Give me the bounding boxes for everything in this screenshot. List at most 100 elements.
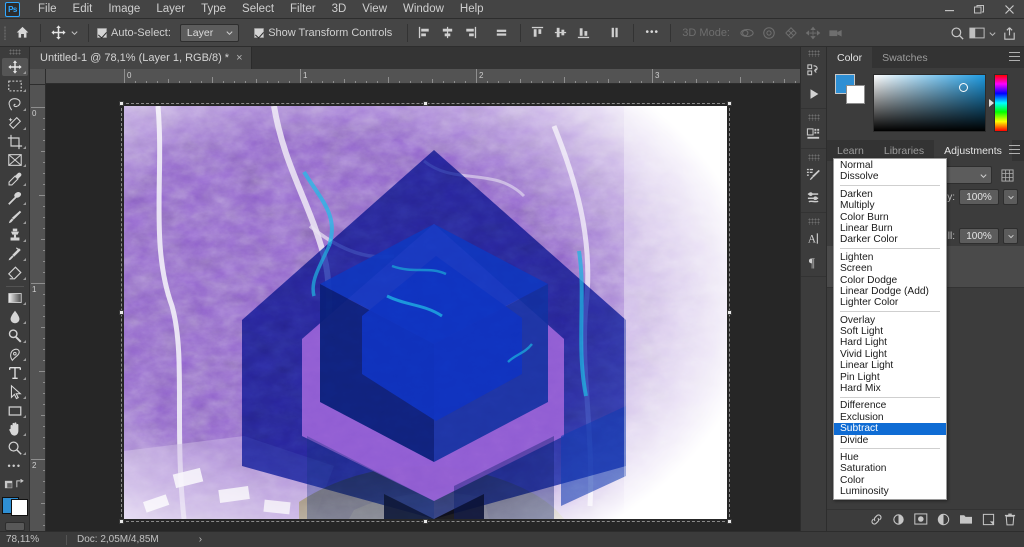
adjustments-panel-menu-button[interactable] xyxy=(1009,140,1020,161)
close-icon[interactable]: × xyxy=(236,52,242,64)
blend-mode-option-color-dodge[interactable]: Color Dodge xyxy=(834,275,946,286)
blend-mode-option-darker-color[interactable]: Darker Color xyxy=(834,234,946,245)
auto-select-checkbox[interactable]: Auto-Select: xyxy=(94,27,174,39)
blend-mode-option-hue[interactable]: Hue xyxy=(834,452,946,463)
rail-grip[interactable] xyxy=(807,218,820,225)
color-panel-swatches[interactable] xyxy=(835,74,865,104)
align-bottom-edges-icon[interactable] xyxy=(572,22,594,44)
brush-settings-icon[interactable] xyxy=(802,162,826,186)
blend-mode-option-luminosity[interactable]: Luminosity xyxy=(834,486,946,497)
color-panel-menu-button[interactable] xyxy=(1009,47,1020,68)
layer-filter-icon[interactable] xyxy=(996,166,1018,184)
blend-mode-option-vivid-light[interactable]: Vivid Light xyxy=(834,349,946,360)
blend-mode-option-darken[interactable]: Darken xyxy=(834,189,946,200)
blend-mode-option-linear-light[interactable]: Linear Light xyxy=(834,360,946,371)
color-spectrum-field[interactable] xyxy=(873,74,986,132)
rectangle-tool[interactable] xyxy=(2,402,28,420)
blend-mode-option-dissolve[interactable]: Dissolve xyxy=(834,171,946,182)
workspace-switcher[interactable] xyxy=(968,22,998,44)
align-top-edges-icon[interactable] xyxy=(526,22,548,44)
blend-mode-option-screen[interactable]: Screen xyxy=(834,263,946,274)
transform-handle[interactable] xyxy=(422,519,428,524)
rectangular-marquee-tool[interactable] xyxy=(2,77,28,95)
hue-slider-handle[interactable] xyxy=(989,99,994,107)
blend-mode-option-divide[interactable]: Divide xyxy=(834,435,946,446)
move-tool[interactable] xyxy=(1,57,28,76)
menu-image[interactable]: Image xyxy=(100,0,148,19)
menu-window[interactable]: Window xyxy=(395,0,452,19)
vertical-ruler[interactable]: 0 1 2 xyxy=(30,85,46,531)
foreground-background-color-swatches[interactable] xyxy=(1,496,28,516)
transform-handle[interactable] xyxy=(727,519,732,524)
toolbar-grip[interactable] xyxy=(8,49,21,55)
align-right-edges-icon[interactable] xyxy=(459,22,481,44)
status-expand-arrow[interactable]: › xyxy=(159,534,202,545)
edit-toolbar-button[interactable]: ••• xyxy=(2,458,28,476)
roll-3d-icon[interactable] xyxy=(758,22,780,44)
menu-type[interactable]: Type xyxy=(193,0,234,19)
quick-mask-toggle[interactable] xyxy=(2,477,28,492)
quick-selection-tool[interactable] xyxy=(2,114,28,132)
blend-mode-option-subtract[interactable]: Subtract xyxy=(834,423,946,435)
properties-icon[interactable] xyxy=(802,122,826,146)
zoom-level[interactable]: 78,11% xyxy=(0,534,66,545)
transform-handle[interactable] xyxy=(727,101,732,106)
more-options-button[interactable]: ••• xyxy=(639,22,665,44)
blend-mode-option-color-burn[interactable]: Color Burn xyxy=(834,212,946,223)
blend-mode-option-pin-light[interactable]: Pin Light xyxy=(834,372,946,383)
orbit-3d-icon[interactable] xyxy=(736,22,758,44)
blend-mode-option-exclusion[interactable]: Exclusion xyxy=(834,412,946,423)
dodge-tool[interactable] xyxy=(2,327,28,345)
menu-layer[interactable]: Layer xyxy=(148,0,193,19)
search-icon[interactable] xyxy=(946,22,968,44)
clone-stamp-tool[interactable] xyxy=(2,227,28,245)
new-layer-icon[interactable] xyxy=(982,513,995,529)
lasso-tool[interactable] xyxy=(2,95,28,113)
fill-slider-dropdown[interactable] xyxy=(1003,228,1018,244)
blend-mode-option-difference[interactable]: Difference xyxy=(834,400,946,411)
distribute-horizontal-icon[interactable] xyxy=(490,22,512,44)
menu-filter[interactable]: Filter xyxy=(282,0,324,19)
active-tool-picker[interactable] xyxy=(46,24,83,41)
paragraph-icon[interactable]: ¶ xyxy=(802,250,826,274)
zoom-tool[interactable] xyxy=(2,439,28,457)
blend-mode-option-multiply[interactable]: Multiply xyxy=(834,200,946,211)
close-icon[interactable] xyxy=(994,0,1024,19)
frame-tool[interactable] xyxy=(2,152,28,170)
blend-mode-option-hard-light[interactable]: Hard Light xyxy=(834,337,946,348)
brush-tool[interactable] xyxy=(2,208,28,226)
rail-grip[interactable] xyxy=(807,154,820,161)
layer-style-icon[interactable] xyxy=(892,513,905,529)
canvas-artwork[interactable] xyxy=(124,106,727,519)
color-picker-handle[interactable] xyxy=(959,83,968,92)
eraser-tool[interactable] xyxy=(2,264,28,282)
rail-grip[interactable] xyxy=(807,50,820,57)
menu-select[interactable]: Select xyxy=(234,0,282,19)
history-icon[interactable] xyxy=(802,58,826,82)
menu-view[interactable]: View xyxy=(354,0,395,19)
pen-tool[interactable] xyxy=(2,346,28,364)
blur-tool[interactable] xyxy=(2,308,28,326)
blend-mode-option-overlay[interactable]: Overlay xyxy=(834,315,946,326)
crop-tool[interactable] xyxy=(2,133,28,151)
history-brush-tool[interactable] xyxy=(2,245,28,263)
tab-swatches[interactable]: Swatches xyxy=(872,47,938,68)
play-actions-icon[interactable] xyxy=(802,82,826,106)
background-color-swatch[interactable] xyxy=(10,498,28,516)
path-selection-tool[interactable] xyxy=(2,383,28,401)
delete-layer-icon[interactable] xyxy=(1004,513,1016,529)
character-icon[interactable]: A xyxy=(802,226,826,250)
menu-file[interactable]: File xyxy=(30,0,65,19)
rail-grip[interactable] xyxy=(807,114,820,121)
brush-presets-icon[interactable] xyxy=(802,186,826,210)
opacity-input[interactable]: 100% xyxy=(959,189,999,205)
transform-handle[interactable] xyxy=(119,519,124,524)
share-icon[interactable] xyxy=(998,22,1020,44)
blend-mode-option-lighten[interactable]: Lighten xyxy=(834,252,946,263)
hue-slider[interactable] xyxy=(989,74,1008,132)
adjustment-layer-icon[interactable] xyxy=(937,513,950,529)
blend-mode-option-linear-dodge-add[interactable]: Linear Dodge (Add) xyxy=(834,286,946,297)
gradient-tool[interactable] xyxy=(2,289,28,307)
layer-mask-icon[interactable] xyxy=(914,513,928,528)
eyedropper-tool[interactable] xyxy=(2,170,28,188)
